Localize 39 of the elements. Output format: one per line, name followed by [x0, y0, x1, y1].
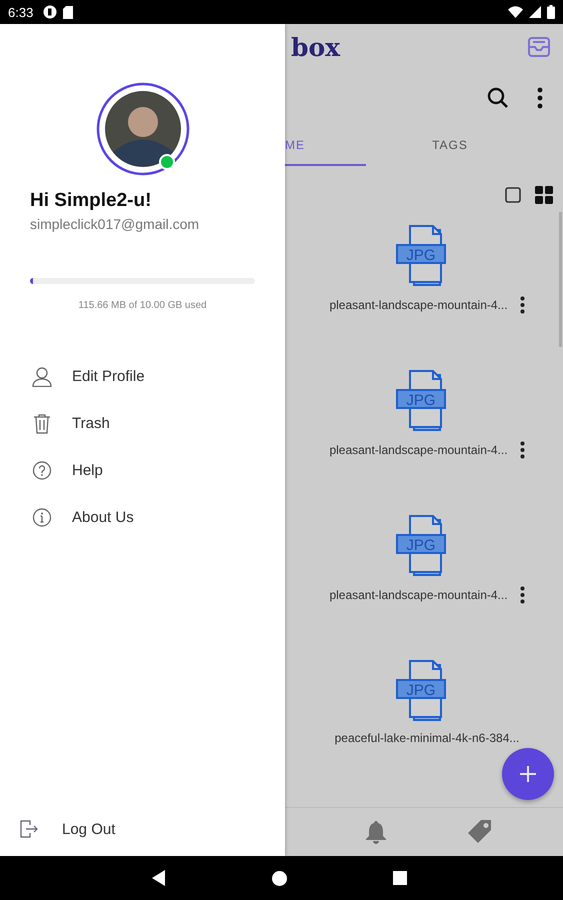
logout-icon	[20, 820, 38, 838]
bell-icon[interactable]	[365, 820, 387, 844]
wifi-icon	[508, 6, 523, 18]
more-icon[interactable]	[537, 87, 543, 109]
notification-icon	[43, 5, 58, 19]
signal-icon	[529, 6, 541, 18]
tab[interactable]: TAGS	[366, 126, 534, 166]
email-text: simpleclick017@gmail.com	[30, 216, 200, 232]
inbox-icon[interactable]	[527, 36, 551, 58]
file-name: pleasant-landscape-mountain-4...	[329, 588, 508, 602]
trash-icon	[32, 414, 52, 434]
help-icon	[32, 461, 52, 480]
more-icon[interactable]	[520, 586, 525, 604]
single-view-icon[interactable]	[505, 187, 521, 203]
more-icon[interactable]	[520, 441, 525, 459]
app-logo: box	[291, 32, 340, 62]
menu-item[interactable]: Help	[32, 447, 255, 494]
menu-item[interactable]: Edit Profile	[32, 353, 255, 400]
tag-icon[interactable]	[467, 819, 493, 845]
file-name: peaceful-lake-minimal-4k-n6-384...	[334, 731, 520, 745]
add-button[interactable]	[502, 748, 554, 800]
more-icon[interactable]	[520, 296, 525, 314]
status-time: 6:33	[8, 4, 34, 20]
search-icon[interactable]	[487, 87, 509, 109]
logout-item[interactable]: Log Out	[20, 804, 255, 854]
battery-icon	[547, 5, 555, 19]
storage-caption: 115.66 MB of 10.00 GB used	[77, 300, 208, 311]
info-icon	[32, 508, 52, 527]
menu-item[interactable]: Trash	[32, 400, 255, 447]
home-icon[interactable]	[272, 870, 287, 886]
grid-view-icon[interactable]	[535, 186, 553, 204]
sd-card-icon	[63, 6, 74, 18]
file-name: pleasant-landscape-mountain-4...	[329, 298, 508, 312]
back-icon[interactable]	[152, 870, 166, 886]
menu-item[interactable]: About Us	[32, 494, 255, 541]
plus-icon	[519, 765, 537, 783]
file-name: pleasant-landscape-mountain-4...	[329, 443, 508, 457]
person-icon	[32, 366, 52, 386]
greeting: Hi Simple2-u!	[30, 190, 152, 212]
